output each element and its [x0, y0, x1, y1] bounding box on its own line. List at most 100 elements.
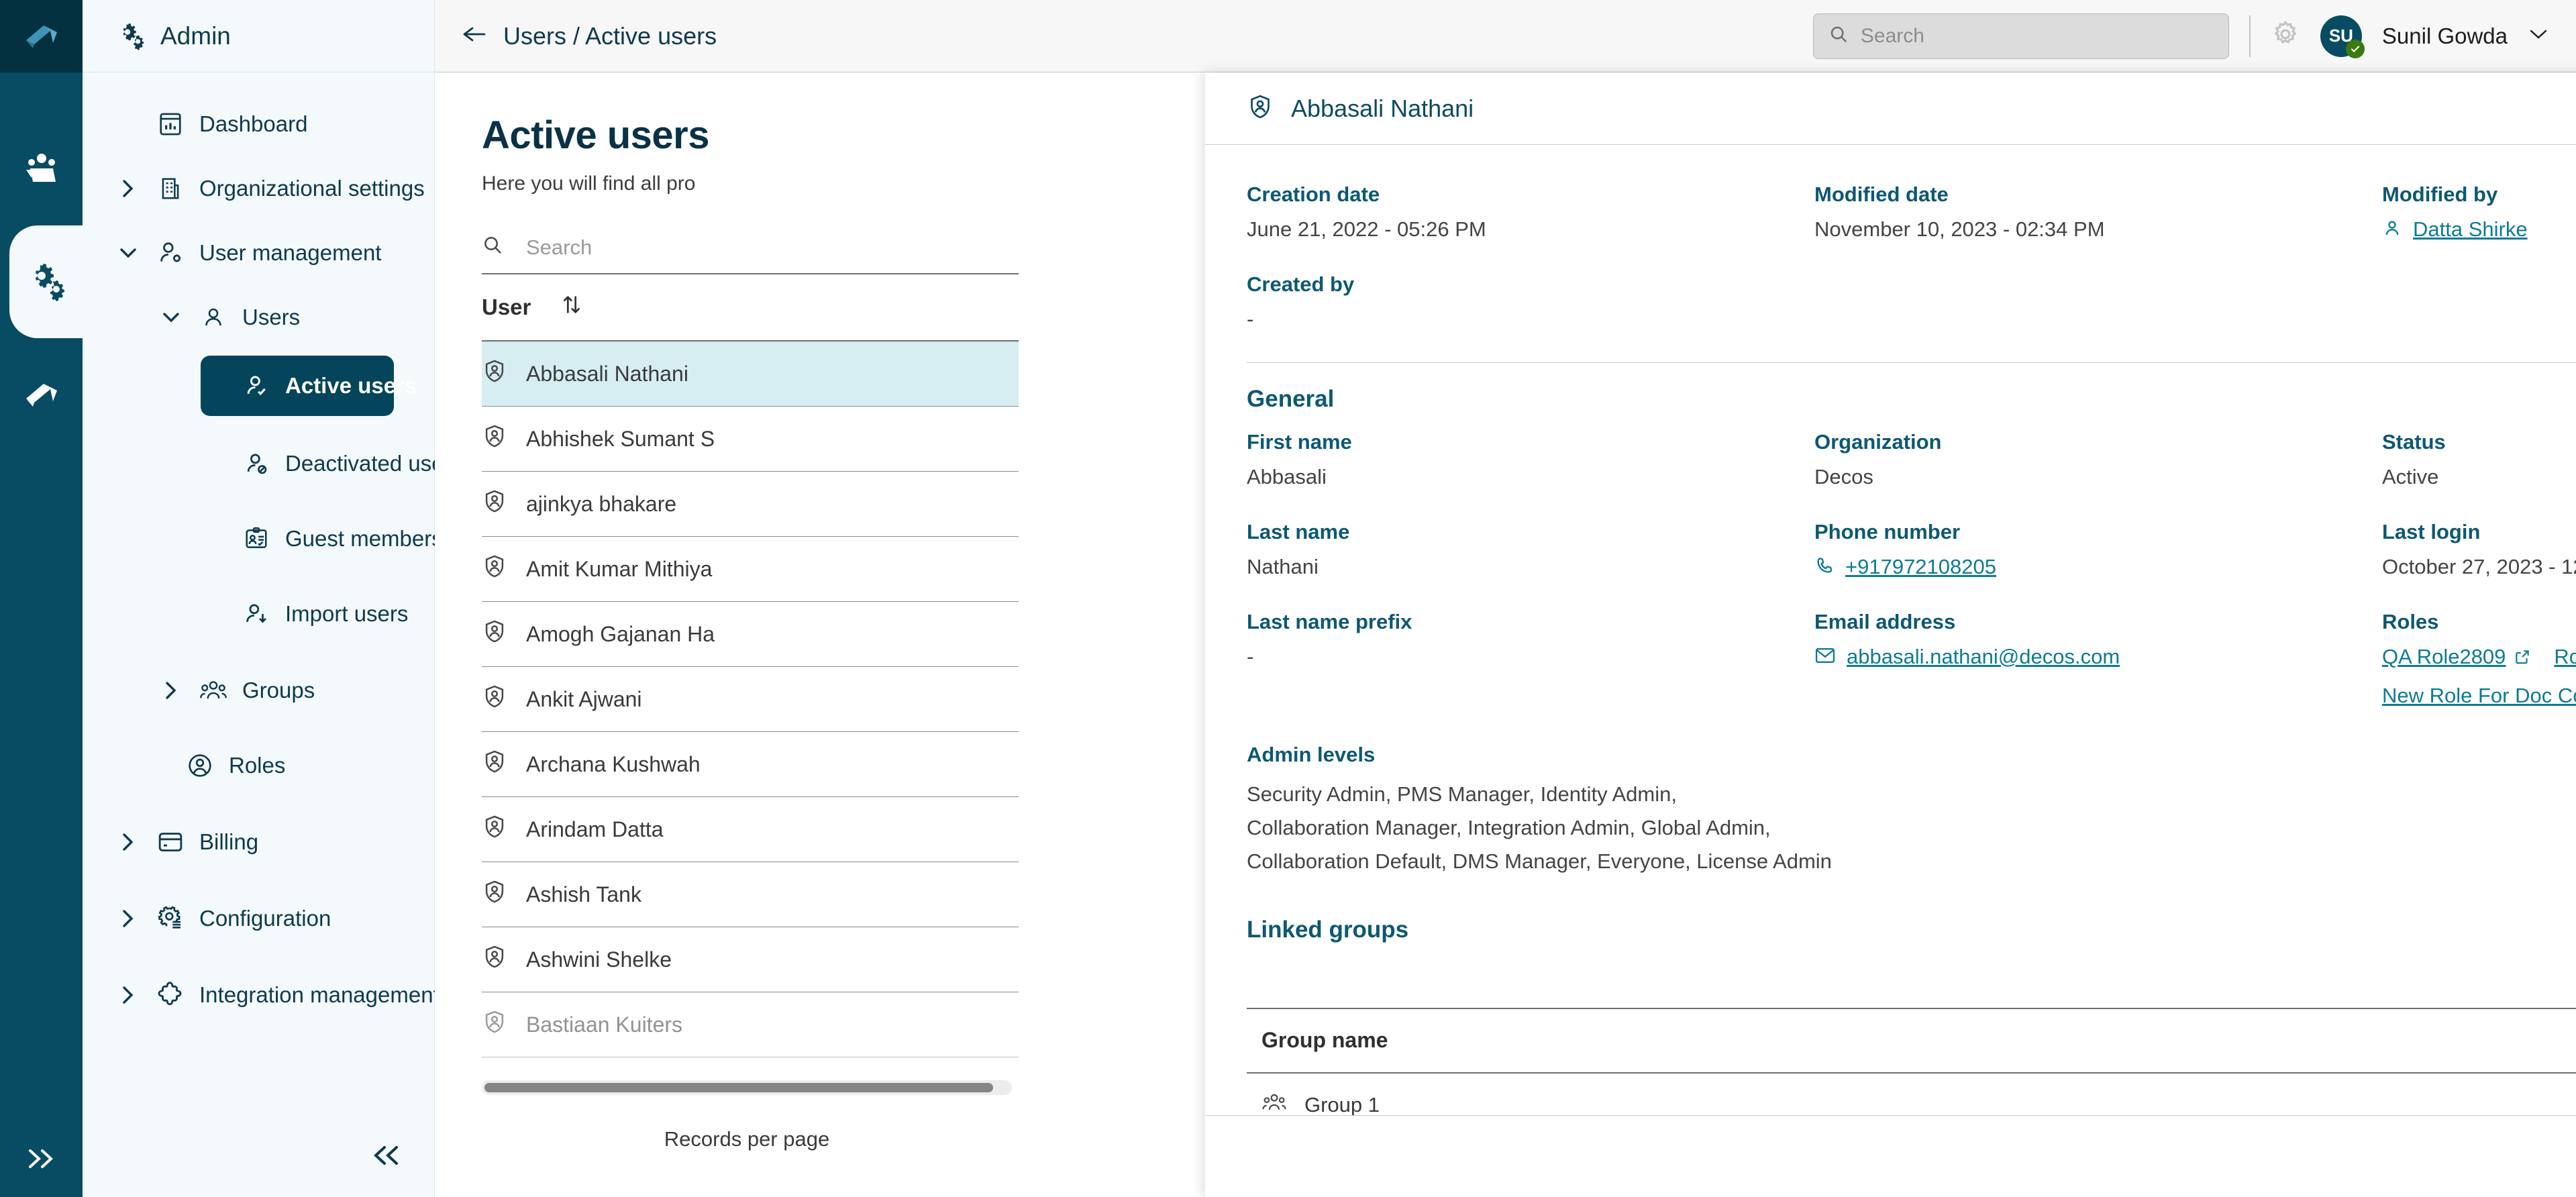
table-row[interactable]: Abbasali Nathani — [482, 342, 1019, 407]
records-per-page-label: Records per page — [664, 1127, 830, 1151]
modal-body: Creation date June 21, 2022 - 05:26 PM M… — [1205, 145, 2576, 1115]
user-shield-icon — [482, 944, 507, 975]
avatar[interactable]: SU — [2320, 15, 2365, 58]
sidebar-item-label: Users — [242, 305, 301, 329]
rail-item-admin[interactable] — [9, 225, 83, 338]
user-shield-icon — [482, 554, 507, 584]
role-link[interactable]: Rolesanity79 — [2554, 645, 2576, 669]
sidebar-item-deactivated-users[interactable]: Deactivated users — [83, 436, 462, 491]
list-search[interactable]: Search — [482, 234, 1019, 274]
chevron-right-icon[interactable] — [115, 178, 142, 199]
app-logo[interactable] — [0, 0, 83, 72]
table-row[interactable]: Ankit Ajwani — [482, 667, 1019, 732]
general-col-2: Organization Decos Phone number +9179721… — [1814, 430, 2382, 739]
sidebar-item-organizational-settings[interactable]: Organizational settings — [83, 161, 434, 216]
double-chevron-right-icon — [28, 1149, 53, 1168]
search-icon — [1828, 24, 1849, 48]
phone-link[interactable]: +917972108205 — [1845, 555, 1996, 579]
table-row[interactable]: Arindam Datta — [482, 797, 1019, 862]
table-row[interactable]: Bastiaan Kuiters — [482, 992, 1019, 1057]
sidebar-item-configuration[interactable]: Configuration — [83, 891, 434, 946]
creation-date-field: Creation date June 21, 2022 - 05:26 PM — [1247, 183, 1814, 242]
breadcrumb[interactable]: Users / Active users — [462, 22, 717, 50]
arrow-left-icon[interactable] — [462, 22, 488, 50]
created-by-value: - — [1247, 307, 1254, 331]
table-row[interactable]: Amogh Gajanan Ha — [482, 602, 1019, 667]
sidebar-item-groups[interactable]: Groups — [83, 663, 434, 718]
roles-label: Roles — [2382, 610, 2439, 633]
role-link[interactable]: QA Role2809 — [2382, 645, 2531, 669]
list-item[interactable]: Group 1 — [1247, 1074, 2576, 1115]
last-name-prefix-field: Last name prefix - — [1247, 610, 1814, 669]
table-row[interactable]: Archana Kushwah — [482, 732, 1019, 797]
user-row-name: Abhishek Sumant S — [526, 426, 715, 451]
global-search[interactable] — [1812, 13, 2229, 59]
chevron-down-icon[interactable] — [158, 310, 185, 325]
search-input[interactable] — [1860, 24, 2214, 48]
sidebar-item-users[interactable]: Users — [83, 290, 434, 345]
rail-item-workspace[interactable] — [0, 113, 83, 225]
chevron-right-icon[interactable] — [115, 832, 142, 852]
sidebar-item-integration-management[interactable]: Integration management — [83, 968, 440, 1023]
creation-date-label: Creation date — [1247, 183, 1380, 206]
sidebar-item-label: Roles — [229, 753, 286, 778]
sidebar-item-label: Organizational settings — [199, 176, 425, 201]
sidebar-item-dashboard[interactable]: Dashboard — [83, 97, 434, 152]
user-row-name: ajinkya bhakare — [526, 491, 677, 516]
user-shield-icon — [482, 1009, 507, 1040]
user-shield-icon — [1247, 93, 1274, 123]
rail-expand-button[interactable] — [0, 1147, 83, 1170]
chevron-right-icon[interactable] — [115, 908, 142, 929]
admin-levels-line: Collaboration Manager, Integration Admin… — [1247, 816, 1771, 840]
external-link-icon — [2516, 650, 2530, 664]
sort-updown-icon[interactable] — [560, 293, 583, 321]
card-icon — [155, 830, 186, 854]
sidebar-item-roles[interactable]: Roles — [83, 738, 434, 793]
phone-field: Phone number +917972108205 — [1814, 520, 2382, 579]
gear-icon[interactable] — [2271, 19, 2300, 52]
gears-icon — [35, 264, 64, 301]
user-row-name: Archana Kushwah — [526, 751, 701, 776]
status-label: Status — [2382, 430, 2446, 454]
sidebar-item-active-users[interactable]: Active users — [201, 356, 417, 416]
rail-item-apps[interactable] — [0, 338, 83, 451]
icon-rail — [0, 0, 83, 1197]
sidebar-item-label: Guest members — [285, 526, 443, 551]
building-icon — [155, 176, 186, 201]
table-row[interactable]: Ashwini Shelke — [482, 927, 1019, 992]
user-row-name: Bastiaan Kuiters — [526, 1012, 683, 1037]
role-link[interactable]: New Role For Doc Coll — [2382, 684, 2576, 708]
chevron-right-icon[interactable] — [158, 680, 185, 700]
chevron-down-icon[interactable] — [115, 246, 142, 260]
organization-value: Decos — [1814, 465, 1873, 488]
user-row-name: Amogh Gajanan Ha — [526, 621, 715, 646]
phone-value-wrap: +917972108205 — [1814, 555, 1996, 579]
table-row[interactable]: ajinkya bhakare — [482, 472, 1019, 537]
table-row[interactable]: Abhishek Sumant S — [482, 407, 1019, 472]
modified-date-value: November 10, 2023 - 02:34 PM — [1814, 217, 2105, 241]
sidebar-item-import-users[interactable]: Import users — [83, 586, 434, 641]
user-shield-icon — [482, 619, 507, 649]
general-col-3: Status Active Last login October 27, 202… — [2382, 430, 2576, 739]
main-area: Users / Active users SU — [435, 0, 2576, 1197]
user-icon — [198, 305, 229, 329]
table-row[interactable]: Amit Kumar Mithiya — [482, 537, 1019, 602]
horizontal-scrollbar[interactable] — [482, 1080, 1012, 1095]
status-field: Status Active — [2382, 430, 2576, 489]
sidebar-collapse-button[interactable] — [370, 1144, 401, 1170]
sidebar-item-user-management[interactable]: User management — [83, 225, 434, 280]
sidebar-item-billing[interactable]: Billing — [83, 815, 434, 870]
roles-list: QA Role2809 Rolesanity79 New Role For Do… — [2382, 645, 2576, 708]
last-name-label: Last name — [1247, 520, 1350, 543]
email-label: Email address — [1814, 610, 1956, 633]
email-link[interactable]: abbasali.nathani@decos.com — [1847, 645, 2120, 669]
gear-list-icon — [155, 905, 186, 932]
last-name-prefix-label: Last name prefix — [1247, 610, 1412, 633]
sidebar-item-label: User management — [199, 240, 382, 265]
user-row-name: Amit Kumar Mithiya — [526, 556, 713, 581]
table-row[interactable]: Ashish Tank — [482, 862, 1019, 927]
sidebar-item-guest-members[interactable]: Guest members — [83, 511, 443, 566]
chevron-right-icon[interactable] — [115, 985, 142, 1005]
modified-by-link[interactable]: Datta Shirke — [2413, 217, 2528, 242]
chevron-down-icon[interactable] — [2528, 27, 2549, 45]
